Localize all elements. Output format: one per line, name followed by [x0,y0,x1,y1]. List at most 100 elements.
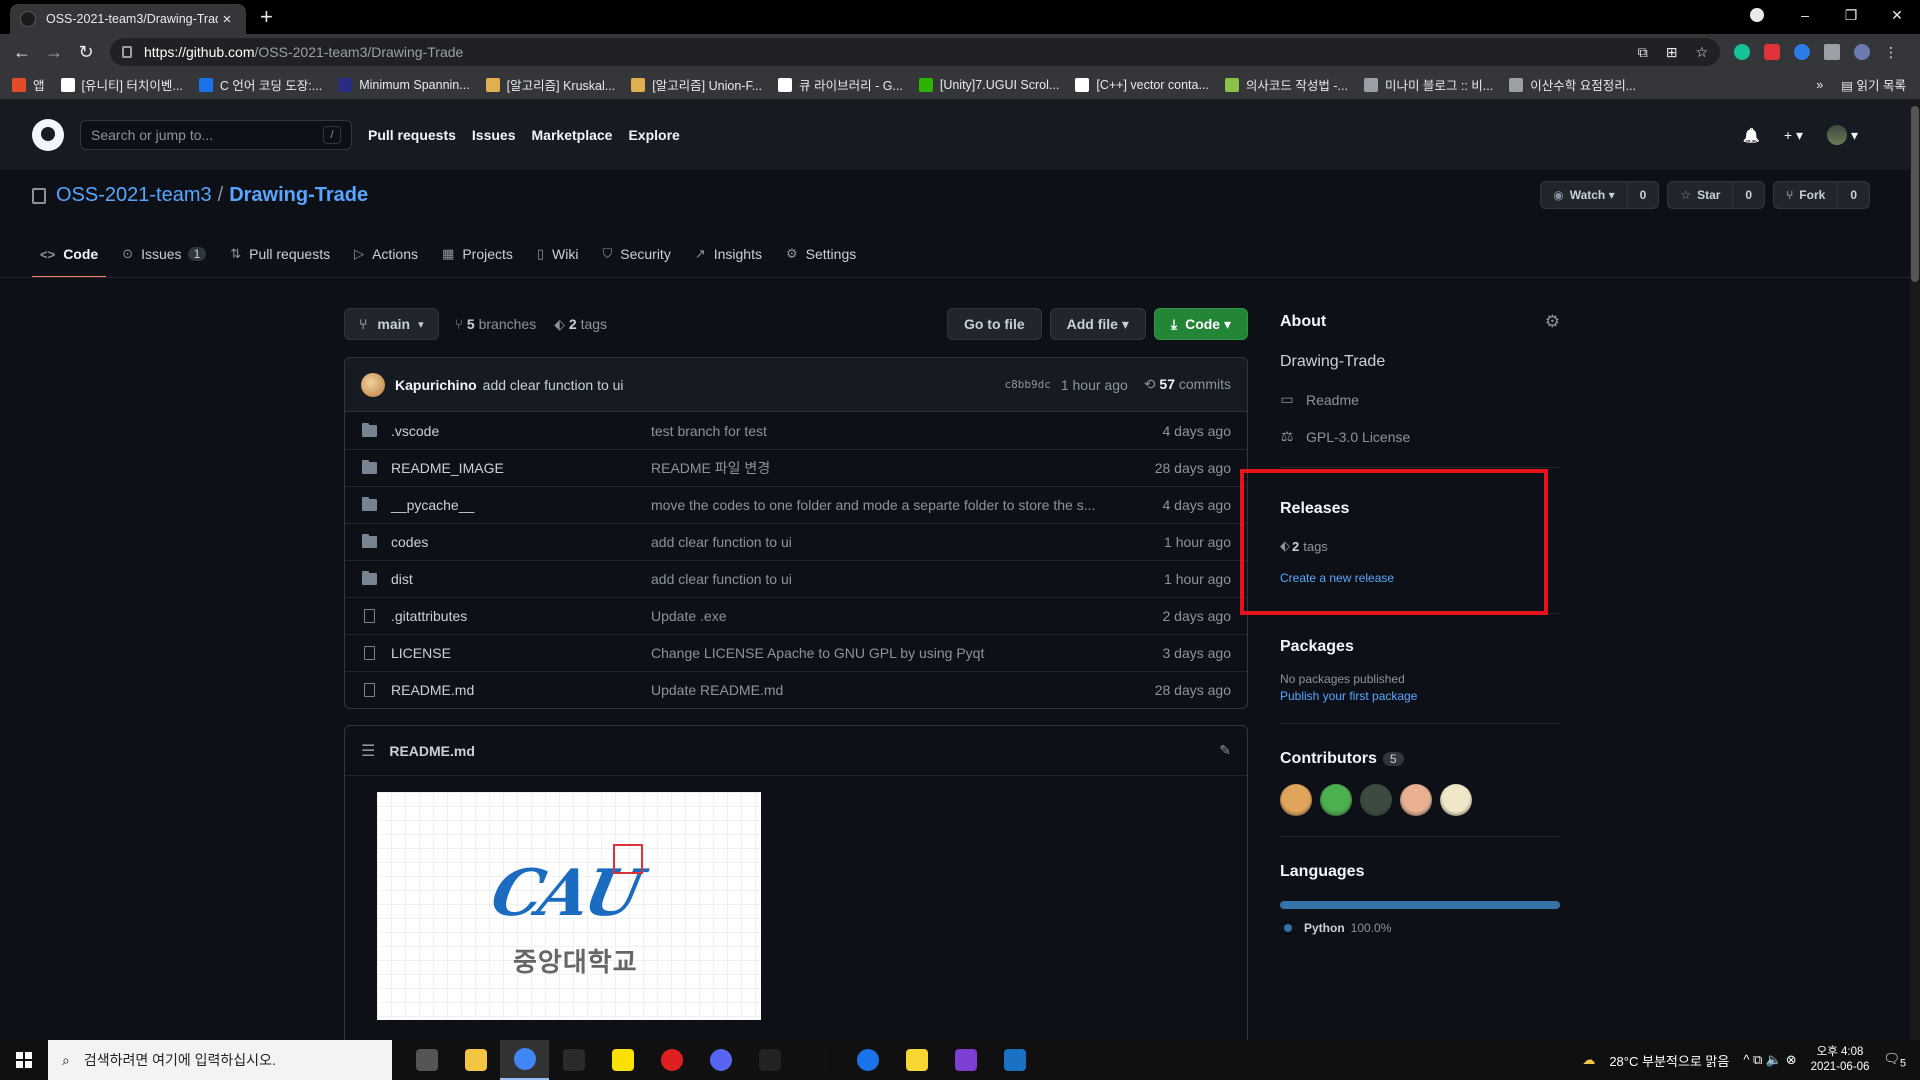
menu-dots-icon[interactable]: ⋮ [1884,44,1898,61]
tab-settings[interactable]: ⚙ Settings [778,232,864,278]
watch-count[interactable]: 0 [1628,182,1659,208]
file-row[interactable]: README_IMAGE README 파일 변경 28 days ago [345,449,1247,486]
reload-icon[interactable]: ↻ [70,42,102,63]
nav-marketplace[interactable]: Marketplace [532,127,613,143]
star-button[interactable]: ☆ Star 0 [1667,181,1766,209]
contributor-avatar[interactable] [1280,784,1312,816]
edge-extension-icon[interactable] [1794,44,1810,60]
contributor-avatar[interactable] [1400,784,1432,816]
repo-name-link[interactable]: Drawing-Trade [229,184,368,207]
cast-icon[interactable]: ⧉ [1638,44,1648,61]
file-commit-message-link[interactable]: Change LICENSE Apache to GNU GPL by usin… [651,645,1121,661]
tags-link[interactable]: ⬖ 2 tags [554,316,607,333]
bookmark-item[interactable]: C 언어 코딩 도장:... [198,75,322,94]
bookmark-item[interactable]: [알고리즘] Kruskal... [485,75,615,94]
commit-author-link[interactable]: Kapurichino [395,377,477,393]
forward-icon[interactable]: → [38,42,70,63]
taskbar-app-icon[interactable] [794,1040,843,1080]
contributor-avatar[interactable] [1440,784,1472,816]
nav-issues[interactable]: Issues [472,127,516,143]
gear-icon[interactable]: ⚙ [1545,312,1560,332]
weather-icon[interactable]: ☁ [1582,1052,1595,1068]
bookmark-item[interactable]: [C++] vector conta... [1075,77,1209,92]
file-commit-message-link[interactable]: move the codes to one folder and mode a … [651,497,1121,513]
tab-code[interactable]: <> Code [32,232,107,278]
search-input[interactable]: Search or jump to... / [80,120,352,150]
taskbar-app-icon[interactable] [500,1040,549,1080]
branches-link[interactable]: ⑂ 5 branches [455,316,537,333]
file-name-link[interactable]: README.md [391,682,651,698]
close-window-button[interactable]: ✕ [1874,7,1920,24]
file-name-link[interactable]: __pycache__ [391,497,651,513]
translate-icon[interactable]: ⊞ [1666,44,1678,61]
notification-center-icon[interactable]: 🗨5 [1883,1051,1906,1070]
file-commit-message-link[interactable]: Update .exe [651,608,1121,624]
notifications-bell-icon[interactable]: 🔔 [1742,127,1759,144]
tray-icons[interactable]: ^ ⧉ 🔈 ⊗ [1743,1052,1796,1068]
taskbar-search-input[interactable]: ⌕ 검색하려면 여기에 입력하십시오. [48,1040,392,1080]
code-button[interactable]: ⤓ Code ▾ [1153,308,1248,340]
grammarly-icon[interactable] [1734,44,1750,60]
add-file-button[interactable]: Add file ▾ [1049,308,1146,340]
bookmark-item[interactable]: [유니티] 터치이벤... [60,75,183,94]
file-row[interactable]: README.md Update README.md 28 days ago [345,671,1247,708]
publish-package-link[interactable]: Publish your first package [1280,689,1560,703]
taskbar-app-icon[interactable] [402,1040,451,1080]
file-name-link[interactable]: .vscode [391,423,651,439]
windows-start-icon[interactable] [0,1052,48,1068]
restore-button[interactable]: ❐ [1828,7,1874,24]
lock-icon[interactable] [122,46,132,58]
license-link[interactable]: ⚖ GPL-3.0 License [1280,428,1560,445]
commits-history-link[interactable]: ⟲ 57 commits [1144,376,1231,393]
contributors-title[interactable]: Contributors 5 [1280,750,1404,767]
bookmark-item[interactable]: 이산수학 요점정리... [1509,75,1636,94]
branch-select[interactable]: ⑂ main ▾ [344,308,439,340]
create-new-dropdown[interactable]: + ▾ [1784,127,1803,144]
language-python[interactable]: Python 100.0% [1280,921,1560,935]
profile-icon[interactable] [1854,44,1870,60]
bookmark-item[interactable]: Minimum Spannin... [338,77,470,92]
back-icon[interactable]: ← [6,42,38,63]
user-avatar-menu[interactable]: ▾ [1826,125,1858,145]
file-name-link[interactable]: dist [391,571,651,587]
tab-issues[interactable]: ⊙ Issues 1 [114,232,214,278]
nav-explore[interactable]: Explore [628,127,679,143]
contributor-avatar[interactable] [1360,784,1392,816]
tab-projects[interactable]: ▦ Projects [434,232,521,278]
reading-list-button[interactable]: ▤ 읽기 목록 [1841,75,1906,94]
taskbar-app-icon[interactable] [990,1040,1039,1080]
tab-pull-requests[interactable]: ⇅ Pull requests [222,232,338,278]
bookmark-item[interactable]: 의사코드 작성법 -... [1224,75,1348,94]
scrollbar-thumb[interactable] [1911,106,1919,282]
weather-text[interactable]: 28°C 부분적으로 맑음 [1609,1051,1729,1070]
tab-wiki[interactable]: ▯ Wiki [529,232,587,278]
tab-security[interactable]: ⛉ Security [594,232,678,278]
commit-message-link[interactable]: add clear function to ui [483,377,624,393]
close-tab-icon[interactable]: × [218,11,236,28]
video-extension-icon[interactable] [1764,44,1780,60]
file-commit-message-link[interactable]: add clear function to ui [651,534,1121,550]
file-commit-message-link[interactable]: README 파일 변경 [651,458,1121,478]
file-commit-message-link[interactable]: add clear function to ui [651,571,1121,587]
avatar[interactable] [361,372,385,397]
contributor-avatar[interactable] [1320,784,1352,816]
browser-tab[interactable]: OSS-2021-team3/Drawing-Trade × [10,4,246,34]
file-name-link[interactable]: .gitattributes [391,608,651,624]
file-name-link[interactable]: codes [391,534,651,550]
repo-owner-link[interactable]: OSS-2021-team3 [56,184,212,207]
tab-actions[interactable]: ▷ Actions [346,232,426,278]
page-scrollbar[interactable] [1910,100,1920,1040]
fork-button[interactable]: ⑂ Fork 0 [1773,181,1870,209]
file-commit-message-link[interactable]: Update README.md [651,682,1121,698]
bookmark-item[interactable]: 앱 [12,75,45,94]
address-bar[interactable]: https://github.com/OSS-2021-team3/Drawin… [110,38,1720,66]
bookmark-item[interactable]: 미나미 블로그 :: 비... [1363,75,1493,94]
file-row[interactable]: __pycache__ move the codes to one folder … [345,486,1247,523]
star-count[interactable]: 0 [1733,182,1764,208]
file-name-link[interactable]: README_IMAGE [391,460,651,476]
minimize-button[interactable]: – [1782,7,1828,23]
nav-pull-requests[interactable]: Pull requests [368,127,456,143]
taskbar-app-icon[interactable] [941,1040,990,1080]
fork-count[interactable]: 0 [1838,182,1869,208]
packages-title[interactable]: Packages [1280,638,1354,655]
